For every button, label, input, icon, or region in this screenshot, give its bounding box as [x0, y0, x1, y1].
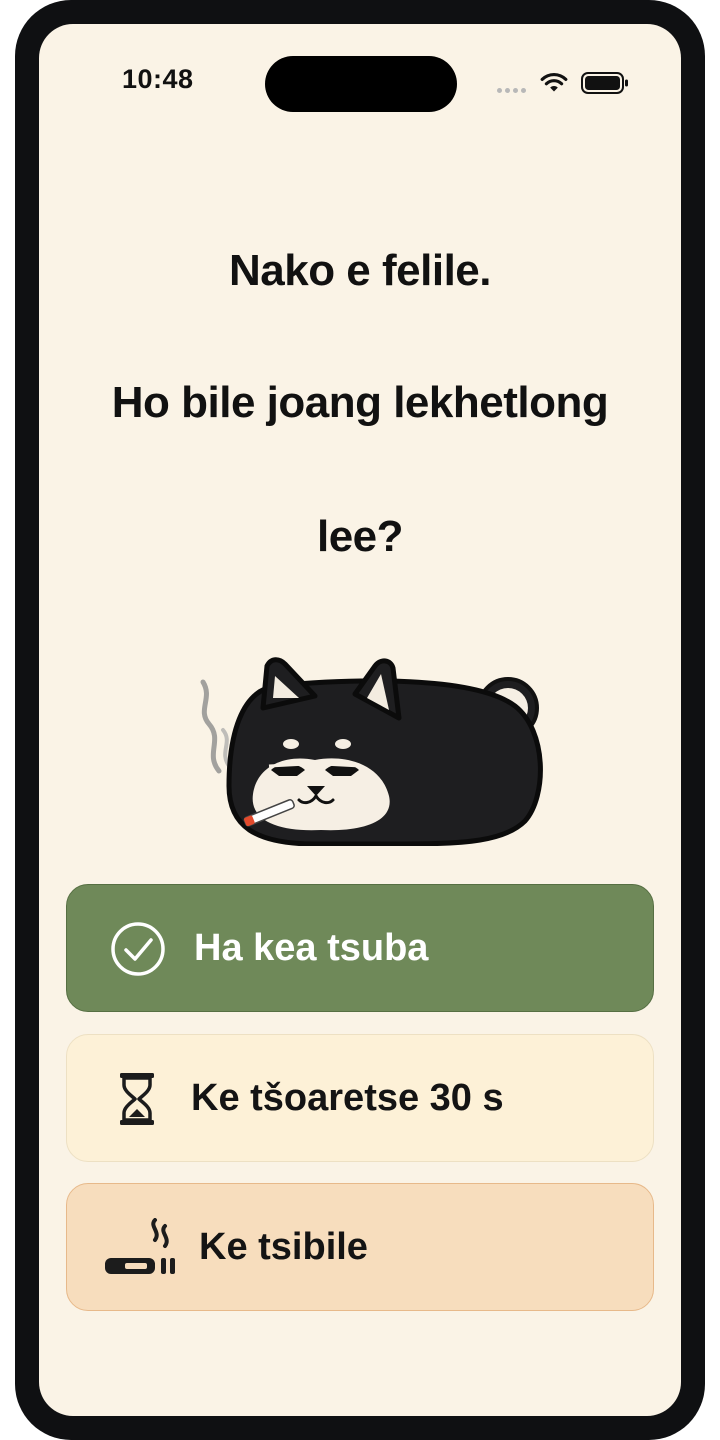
option-label: Ke tsibile [199, 1225, 368, 1268]
battery-icon [581, 72, 628, 94]
option-held-30s-button[interactable]: Ke tšoaretse 30 s [66, 1034, 654, 1162]
cellular-signal-icon [497, 88, 526, 93]
smoking-dog-mascot-icon [200, 657, 543, 846]
app-screen: 10:48 Nako e felile. Ho bile joang lekhe… [39, 24, 681, 1416]
cigarette-icon [105, 1218, 175, 1274]
question-line-2: Ho bile joang lekhetlong [111, 378, 609, 427]
option-label: Ha kea tsuba [194, 926, 429, 969]
wifi-icon [540, 72, 568, 92]
status-time: 10:48 [122, 64, 194, 94]
question-line-1: Nako e felile. [228, 246, 492, 295]
dynamic-island [265, 56, 457, 112]
option-no-smoke-button[interactable]: Ha kea tsuba [66, 884, 654, 1012]
hourglass-icon [120, 1073, 154, 1125]
option-smoked-button[interactable]: Ke tsibile [66, 1183, 654, 1311]
check-circle-icon [111, 922, 165, 976]
phone-frame: 10:48 Nako e felile. Ho bile joang lekhe… [15, 0, 705, 1440]
question-line-3: lee? [316, 512, 404, 561]
option-label: Ke tšoaretse 30 s [191, 1076, 504, 1119]
